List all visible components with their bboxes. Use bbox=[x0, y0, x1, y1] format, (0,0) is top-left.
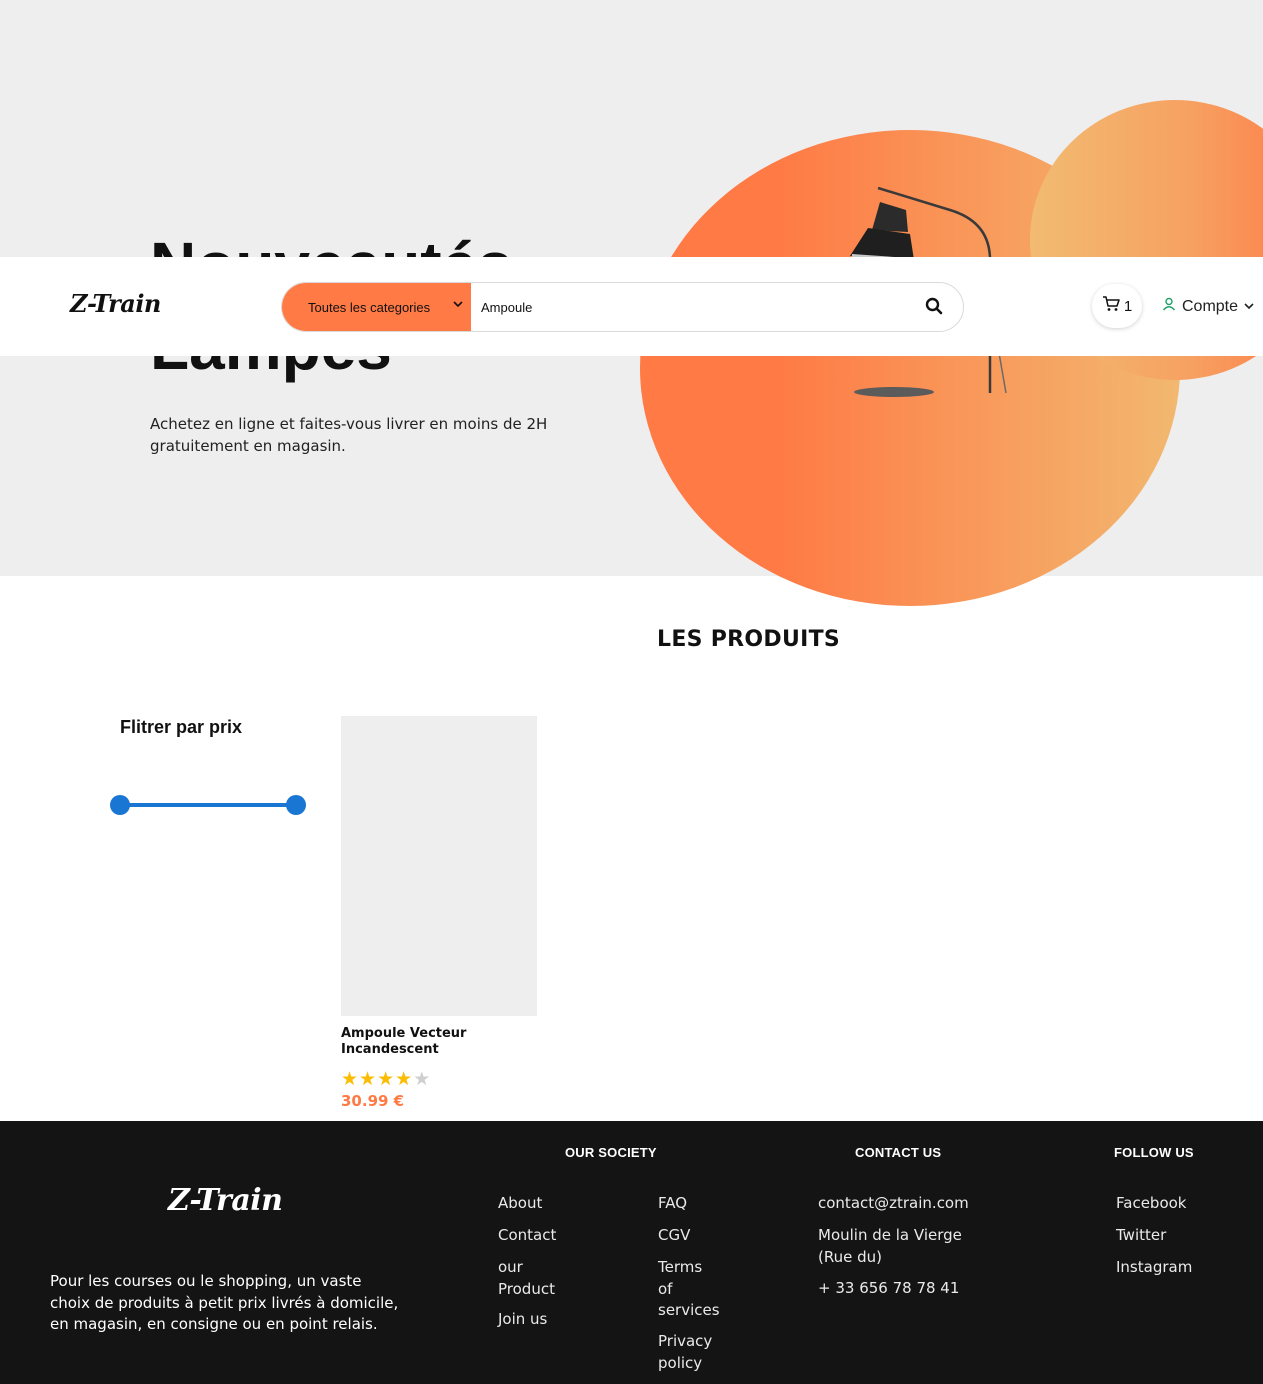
search-icon[interactable] bbox=[925, 297, 945, 317]
logo[interactable]: Z-Train bbox=[70, 289, 161, 318]
user-icon bbox=[1162, 297, 1176, 316]
chevron-down-icon bbox=[1244, 298, 1254, 316]
account-label: Compte bbox=[1182, 297, 1239, 315]
price-range-slider[interactable] bbox=[110, 794, 316, 816]
footer-contact-phone: + 33 656 78 78 41 bbox=[818, 1279, 960, 1297]
footer-contact-address: Moulin de la Vierge (Rue du) bbox=[818, 1226, 962, 1266]
footer-heading-follow: FOLLOW US bbox=[1114, 1145, 1194, 1160]
product-price: 30.99 € bbox=[341, 1092, 405, 1110]
slider-thumb-min[interactable] bbox=[110, 795, 130, 815]
footer-heading-contact: CONTACT US bbox=[855, 1145, 942, 1160]
cart-button[interactable]: 1 bbox=[1092, 284, 1142, 328]
product-rating: ★ ★ ★ ★ ★ bbox=[341, 1068, 537, 1090]
search-input[interactable] bbox=[471, 283, 911, 331]
footer-link-about[interactable]: About bbox=[498, 1193, 542, 1215]
star-icon: ★ bbox=[359, 1068, 377, 1090]
footer-link-our-product[interactable]: our Product bbox=[498, 1257, 568, 1300]
slider-thumb-max[interactable] bbox=[286, 795, 306, 815]
chevron-down-icon bbox=[453, 298, 463, 312]
footer-link-twitter[interactable]: Twitter bbox=[1116, 1225, 1166, 1247]
price-filter-title: Flitrer par prix bbox=[120, 717, 243, 737]
product-name[interactable]: Ampoule Vecteur Incandescent bbox=[341, 1026, 501, 1058]
slider-track bbox=[120, 803, 296, 807]
footer-link-contact[interactable]: Contact bbox=[498, 1225, 556, 1247]
search-bar: Toutes les categories bbox=[281, 282, 964, 332]
footer-link-facebook[interactable]: Facebook bbox=[1116, 1193, 1186, 1215]
footer-link-cgv[interactable]: CGV bbox=[658, 1225, 690, 1247]
site-footer: Z-Train Pour les courses ou le shopping,… bbox=[0, 1121, 1263, 1384]
product-card[interactable]: Ampoule Vecteur Incandescent ★ ★ ★ ★ ★ 3… bbox=[341, 716, 537, 1110]
page: Nouveautés Lampes Achetez en ligne et fa… bbox=[0, 0, 1263, 1384]
footer-link-privacy[interactable]: Privacy policy bbox=[658, 1331, 718, 1374]
site-header: Z-Train Toutes les categories 1 C bbox=[0, 257, 1263, 356]
footer-link-terms[interactable]: Terms of services bbox=[658, 1257, 720, 1322]
cart-icon bbox=[1102, 296, 1120, 316]
footer-link-join-us[interactable]: Join us bbox=[498, 1309, 547, 1331]
hero-description: Achetez en ligne et faites-vous livrer e… bbox=[150, 415, 548, 455]
star-icon: ★ bbox=[377, 1068, 395, 1090]
category-select-label: Toutes les categories bbox=[308, 299, 431, 315]
account-menu[interactable]: Compte bbox=[1162, 297, 1254, 316]
footer-link-instagram[interactable]: Instagram bbox=[1116, 1257, 1192, 1279]
cart-count: 1 bbox=[1123, 297, 1133, 315]
star-empty-icon: ★ bbox=[413, 1068, 431, 1090]
products-title: LES PRODUITS bbox=[657, 627, 841, 652]
footer-link-faq[interactable]: FAQ bbox=[658, 1193, 687, 1215]
footer-heading-society: OUR SOCIETY bbox=[565, 1145, 657, 1160]
hero-blob-overflow bbox=[640, 576, 1180, 606]
category-select[interactable]: Toutes les categories bbox=[282, 283, 471, 331]
hero-blob-large-bottom bbox=[640, 576, 1180, 606]
footer-logo[interactable]: Z-Train bbox=[168, 1183, 283, 1218]
footer-description: Pour les courses ou le shopping, un vast… bbox=[50, 1272, 399, 1333]
product-image[interactable] bbox=[341, 716, 537, 1016]
star-icon: ★ bbox=[341, 1068, 359, 1090]
footer-contact-email[interactable]: contact@ztrain.com bbox=[818, 1193, 969, 1215]
star-icon: ★ bbox=[395, 1068, 413, 1090]
